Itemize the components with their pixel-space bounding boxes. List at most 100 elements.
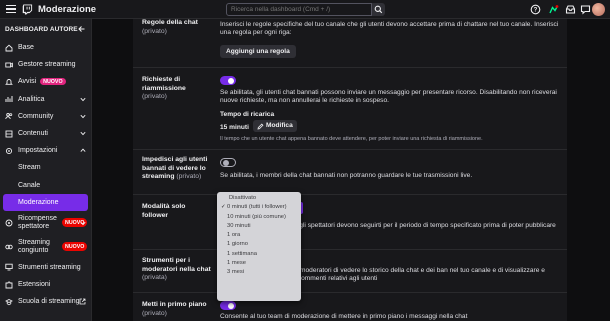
privacy-note: (privata) [142,274,167,281]
new-badge: NUOVO [40,78,66,86]
follower-mode-description: Se abilitata, gli spettatori devono segu… [263,222,556,237]
dropdown-option[interactable]: 3 mesi [217,268,301,277]
block-banned-label: Impedisci agli utenti bannati di vedere … [142,156,212,182]
bell-icon [5,79,13,85]
unban-requests-label-text: Richieste di riammissione [142,76,186,92]
pin-description: Consente al tuo team di moderazione di m… [220,313,468,320]
chart-icon [5,96,13,103]
edit-cooldown-button[interactable]: Modifica [253,120,297,132]
dropdown-option[interactable]: 10 minuti (più comune) [217,213,301,222]
sidebar-item-alerts[interactable]: Avvisi NUOVO [0,73,91,90]
sidebar-item-channel[interactable]: Canale [0,177,91,194]
top-bar: Moderazione ? [0,0,610,19]
search-button[interactable] [372,3,385,16]
follower-duration-dropdown[interactable]: Disattivato 0 minuti (tutti i follower) … [217,192,301,301]
sidebar-item-label: Stream [18,164,41,172]
cooldown-value: 15 minuti [220,124,249,131]
privacy-note: (privato) [142,309,167,317]
people-icon [5,113,13,120]
monitor-icon [5,264,13,271]
puzzle-icon [5,281,13,289]
pin-label-text: Metti in primo piano [142,301,207,308]
sidebar-item-label: Gestore streaming [18,61,76,69]
chevron-down-icon [80,221,86,226]
divider [133,194,567,195]
cooldown-title: Tempo di ricarica [220,111,275,118]
sidebar-item-streaming-school[interactable]: Scuola di streaming [0,293,91,310]
rewards-icon[interactable] [548,4,559,15]
sidebar-item-settings[interactable]: Impostazioni [0,142,91,159]
layers-icon [5,130,13,137]
sidebar-item-moderation[interactable]: Moderazione [3,193,88,211]
sidebar-item-analytics[interactable]: Analitica [0,91,91,108]
sidebar-header-label: DASHBOARD AUTORE [5,25,78,33]
chevron-down-icon [80,131,86,136]
whispers-icon[interactable] [580,4,591,15]
dropdown-option[interactable]: 1 settimana [217,250,301,259]
help-icon[interactable]: ? [530,4,541,15]
chevron-down-icon [80,114,86,119]
gift-icon [5,219,13,227]
sidebar-item-label: Streaming congiunto [18,238,50,254]
sidebar-item-label: Scuola di streaming [18,298,80,306]
unban-requests-toggle[interactable] [220,76,236,85]
sidebar: DASHBOARD AUTORE Base Gestore streaming … [0,19,92,321]
rules-label-text: Regole della chat [142,19,198,26]
unban-requests-description: Se abilitata, gli utenti chat bannati po… [220,89,557,105]
sidebar-item-content[interactable]: Contenuti [0,125,91,142]
dropdown-option[interactable]: Disattivato [217,194,301,203]
sidebar-item-viewer-rewards[interactable]: Ricompense spettatore NUOVO [0,211,91,235]
dropdown-option-selected[interactable]: 0 minuti (tutti i follower) [217,203,301,213]
pin-toggle[interactable] [220,301,236,310]
sidebar-item-label: Ricompense spettatore [18,214,57,230]
camera-icon [5,62,13,68]
pin-label: Metti in primo piano (privato) [142,301,212,318]
mod-tools-label: Strumenti per i moderatori nella chat (p… [142,257,212,283]
sidebar-item-stream-tools[interactable]: Strumenti streaming [0,259,91,276]
divider [133,67,567,68]
sidebar-item-label: Community [18,112,54,120]
user-avatar[interactable] [592,3,605,16]
sidebar-item-stream-manager[interactable]: Gestore streaming [0,56,91,73]
moderation-settings-panel: Regole della chat (privato) Inserisci le… [133,19,567,321]
chevron-up-icon [80,148,86,153]
page-title: Moderazione [38,3,97,15]
menu-icon[interactable] [6,5,16,13]
sidebar-item-base[interactable]: Base [0,39,91,56]
dropdown-option[interactable]: 30 minuti [217,222,301,231]
search-icon [374,5,383,14]
privacy-note: (privato) [142,27,167,35]
inbox-icon[interactable] [565,4,576,15]
svg-text:?: ? [534,8,538,14]
sidebar-item-extensions[interactable]: Estensioni [0,276,91,293]
rules-label: Regole della chat (privato) [142,19,212,36]
privacy-note: (privato) [176,173,202,180]
pencil-icon [257,123,264,130]
rules-description: Inserisci le regole specifiche del tuo c… [220,21,559,37]
school-icon [5,298,13,306]
collapse-sidebar-icon[interactable] [78,26,85,32]
dropdown-option[interactable]: 1 giorno [217,240,301,249]
sidebar-item-label: Impostazioni [18,147,58,155]
block-banned-description: Se abilitata, i membri della chat bannat… [220,172,473,179]
privacy-note: (privato) [142,93,167,100]
twitch-logo-icon[interactable] [22,3,33,15]
dropdown-option[interactable]: 1 mese [217,259,301,268]
add-rule-button[interactable]: Aggiungi una regola [220,45,296,58]
block-banned-toggle[interactable] [220,158,236,167]
mod-tools-description: Consente ai moderatori di vedere lo stor… [263,267,545,283]
search-input[interactable] [226,3,372,16]
divider [133,249,567,250]
dropdown-option[interactable]: 1 ora [217,231,301,240]
sidebar-item-label: Moderazione [18,198,59,206]
sidebar-item-stream[interactable]: Stream [0,159,91,176]
sidebar-item-community[interactable]: Community [0,108,91,125]
sidebar-item-collab[interactable]: Streaming congiunto NUOVO [0,235,91,259]
sidebar-item-label: Strumenti streaming [18,263,81,271]
sidebar-item-label: Contenuti [18,130,48,138]
edit-button-label: Modifica [266,122,293,129]
sidebar-item-label: Canale [18,181,41,189]
new-badge: NUOVO [62,242,88,252]
chevron-down-icon [80,97,86,101]
follower-mode-label: Modalità solo follower [142,203,186,219]
